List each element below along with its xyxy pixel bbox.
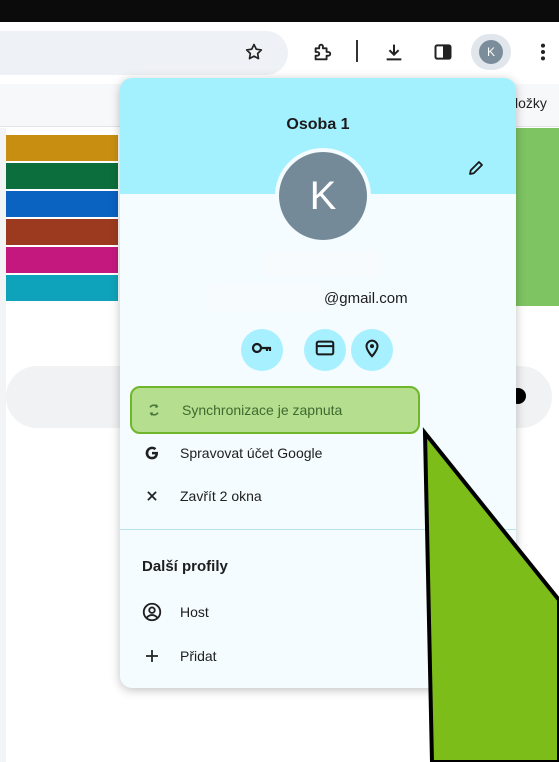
- window-top-bar: [0, 0, 559, 22]
- location-icon: [361, 337, 383, 364]
- profile-name: Osoba 1: [286, 116, 350, 133]
- redacted-email: [210, 285, 324, 311]
- avatar-small: K: [479, 40, 503, 64]
- color-stripe: [6, 219, 118, 245]
- credit-card-icon: [314, 337, 336, 364]
- side-panel-icon[interactable]: [427, 36, 459, 68]
- key-icon: [250, 336, 274, 365]
- guest-label: Host: [180, 604, 209, 620]
- sync-label: Synchronizace je zapnuta: [182, 402, 343, 418]
- add-profile-label: Přidat: [180, 648, 217, 664]
- close-windows-item[interactable]: Zavřít 2 okna: [130, 474, 490, 518]
- page-green-panel: [516, 128, 559, 306]
- toolbar-separator: [356, 40, 358, 62]
- add-profile-item[interactable]: Přidat: [130, 634, 490, 678]
- email-suffix: @gmail.com: [324, 290, 408, 307]
- sync-icon: [132, 402, 176, 418]
- close-icon: [130, 489, 174, 503]
- menu-divider: [120, 529, 516, 530]
- passwords-button[interactable]: [241, 329, 283, 371]
- star-icon[interactable]: [238, 36, 270, 68]
- payments-button[interactable]: [304, 329, 346, 371]
- other-profiles-heading: Další profily: [142, 558, 228, 575]
- profile-avatar: K: [275, 148, 371, 244]
- close-windows-label: Zavřít 2 okna: [180, 488, 262, 504]
- guest-icon: [130, 601, 174, 623]
- bookmark-label[interactable]: ložky: [515, 95, 547, 111]
- profile-menu: Osoba 1 K @gmail.com Synchronizace je za…: [120, 78, 516, 688]
- color-stripe: [6, 135, 118, 161]
- plus-icon: [130, 648, 174, 664]
- download-icon[interactable]: [378, 36, 410, 68]
- extensions-icon[interactable]: [306, 36, 338, 68]
- color-stripe: [6, 275, 118, 301]
- guest-profile-item[interactable]: Host: [130, 590, 490, 634]
- profile-button[interactable]: K: [471, 34, 511, 70]
- redacted-name: [264, 251, 380, 277]
- addresses-button[interactable]: [351, 329, 393, 371]
- color-stripe: [6, 163, 118, 189]
- more-icon[interactable]: [527, 36, 559, 68]
- manage-account-label: Spravovat účet Google: [180, 445, 323, 461]
- manage-google-account-item[interactable]: Spravovat účet Google: [130, 431, 490, 475]
- color-stripe: [6, 191, 118, 217]
- pencil-icon[interactable]: [464, 156, 488, 180]
- google-g-icon: [130, 444, 174, 462]
- sync-status-item[interactable]: Synchronizace je zapnuta: [130, 386, 420, 434]
- color-stripe: [6, 247, 118, 273]
